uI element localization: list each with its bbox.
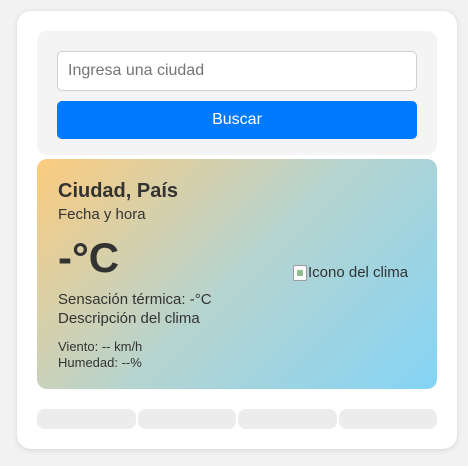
current-weather-panel: Ciudad, País Fecha y hora -°C Sensación … <box>37 159 437 389</box>
city-name: Ciudad, País <box>58 180 179 202</box>
forecast-item <box>137 409 236 429</box>
forecast-row <box>37 409 437 429</box>
weather-description: Descripción del clima <box>58 310 200 327</box>
forecast-item <box>37 409 136 429</box>
humidity: Humedad: --% <box>58 355 142 370</box>
search-panel: Buscar <box>37 31 437 155</box>
weather-icon: Icono del clima <box>293 264 408 281</box>
forecast-item <box>238 409 337 429</box>
search-button[interactable]: Buscar <box>57 101 417 139</box>
date-time: Fecha y hora <box>58 206 146 223</box>
wind-speed: Viento: -- km/h <box>58 339 143 354</box>
broken-image-icon <box>293 264 307 281</box>
weather-icon-alt-text: Icono del clima <box>308 264 409 281</box>
weather-app-card: Buscar Ciudad, País Fecha y hora -°C Sen… <box>17 11 457 449</box>
feels-like: Sensación térmica: -°C <box>58 291 212 308</box>
forecast-item <box>338 409 437 429</box>
temperature: -°C <box>58 234 120 281</box>
city-search-input[interactable] <box>57 51 417 91</box>
